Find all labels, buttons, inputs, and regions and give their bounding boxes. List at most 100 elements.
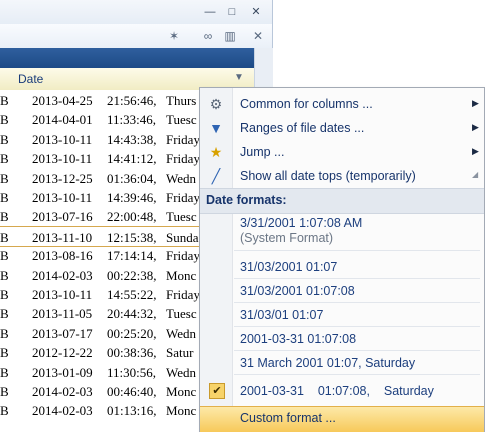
new-icon[interactable]: ✶	[166, 28, 182, 44]
time-cell: 20:44:32,	[107, 306, 157, 322]
context-menu: ⚙ Common for columns ... ▶ ▼ Ranges of f…	[199, 87, 485, 432]
weekday-cell: Monc	[166, 267, 197, 283]
menu-item-jump[interactable]: ★ Jump ... ▶	[200, 140, 484, 164]
divider	[234, 326, 480, 327]
date-cell: 2014-02-03	[32, 384, 93, 399]
weekday-cell: Friday	[166, 287, 200, 302]
weekday-cell: Tuesc	[166, 306, 197, 322]
size-cell: B	[0, 306, 9, 322]
time-cell: 12:15:38,	[107, 229, 157, 245]
date-cell: 2013-01-09	[32, 364, 93, 380]
menu-item-label: Common for columns ...	[240, 97, 373, 111]
size-cell: B	[0, 345, 9, 361]
section-title: Date formats:	[206, 193, 287, 207]
divider	[234, 250, 480, 251]
size-cell: B	[0, 170, 9, 186]
time-cell: 00:38:36,	[107, 345, 157, 361]
size-cell: B	[0, 93, 9, 108]
link-icon[interactable]: ∞	[200, 28, 216, 44]
date-cell: 2013-07-17	[32, 325, 93, 341]
column-header-label: Date	[18, 72, 44, 86]
panel-header-bar	[0, 48, 254, 68]
size-cell: B	[0, 151, 9, 167]
trash-icon[interactable]: ▥	[222, 28, 238, 44]
weekday-cell: Thurs	[166, 93, 197, 108]
time-cell: 22:00:48,	[107, 209, 157, 225]
checkmark-icon: ✔	[209, 383, 225, 399]
menu-item-label: Show all date tops (temporarily)	[240, 169, 416, 183]
time-cell: 01:36:04,	[107, 170, 157, 186]
expand-icon: ◢	[472, 170, 479, 179]
date-cell: 2013-11-05	[32, 306, 93, 322]
submenu-arrow-icon: ▶	[472, 146, 479, 156]
weekday-cell: Satur	[166, 345, 194, 361]
size-cell: B	[0, 325, 9, 341]
weekday-cell: Wedn	[166, 364, 196, 380]
size-cell: B	[0, 190, 9, 205]
weekday-cell: Monc	[166, 403, 197, 419]
custom-format-label: Custom format ...	[240, 411, 336, 425]
time-cell: 14:43:38,	[107, 131, 157, 147]
format-option[interactable]: 31 March 2001 01:07, Saturday	[240, 356, 415, 370]
date-cell: 2013-04-25	[32, 93, 93, 108]
date-cell: 2012-12-22	[32, 345, 93, 361]
size-cell: B	[0, 384, 9, 399]
menu-item-show-date-tops[interactable]: ╱ Show all date tops (temporarily) ◢	[200, 164, 484, 188]
weekday-cell: Tuesc	[166, 209, 197, 225]
time-cell: 14:55:22,	[107, 287, 157, 302]
weekday-cell: Friday	[166, 248, 200, 264]
date-cell: 2014-02-03	[32, 267, 93, 283]
date-cell: 2013-12-25	[32, 170, 93, 186]
divider	[234, 302, 480, 303]
time-cell: 17:14:14,	[107, 248, 157, 264]
date-cell: 2013-11-10	[32, 229, 93, 245]
menu-item-ranges[interactable]: ▼ Ranges of file dates ... ▶	[200, 116, 484, 140]
time-cell: 14:41:12,	[107, 151, 157, 167]
chevron-down-icon[interactable]: ▼	[234, 72, 244, 83]
size-cell: B	[0, 112, 9, 128]
weekday-cell: Wedn	[166, 325, 196, 341]
size-cell: B	[0, 248, 9, 264]
format-option[interactable]: 31/03/2001 01:07	[240, 260, 337, 274]
minimize-button[interactable]: —	[202, 6, 218, 18]
weekday-cell: Tuesc	[166, 112, 197, 128]
time-cell: 14:39:46,	[107, 190, 157, 205]
runner-icon: ★	[209, 144, 223, 160]
size-cell: B	[0, 403, 9, 419]
date-cell: 2013-10-11	[32, 151, 93, 167]
weekday-cell: Sunda	[166, 229, 199, 245]
time-cell: 11:33:46,	[107, 112, 156, 128]
close-icon[interactable]: ✕	[250, 28, 266, 44]
time-cell: 00:25:20,	[107, 325, 157, 341]
chart-icon: ╱	[211, 168, 221, 184]
format-option[interactable]: 31/03/01 01:07	[240, 308, 323, 322]
date-cell: 2013-10-11	[32, 131, 93, 147]
date-cell: 2013-10-11	[32, 287, 93, 302]
weekday-cell: Friday	[166, 131, 200, 147]
time-cell: 00:22:38,	[107, 267, 157, 283]
menu-item-common-columns[interactable]: ⚙ Common for columns ... ▶	[200, 92, 484, 116]
menu-item-label: Ranges of file dates ...	[240, 121, 365, 135]
menu-item-label: Jump ...	[240, 145, 285, 159]
format-option[interactable]: 31/03/2001 01:07:08	[240, 284, 355, 298]
format-option-system[interactable]: 3/31/2001 1:07:08 AM	[240, 216, 362, 230]
close-button[interactable]: ✕	[248, 6, 264, 18]
divider	[234, 350, 480, 351]
date-cell: 2014-04-01	[32, 112, 93, 128]
weekday-cell: Wedn	[166, 170, 196, 186]
time-cell: 11:30:56,	[107, 364, 156, 380]
time-cell: 00:46:40,	[107, 384, 157, 399]
format-option-label: 2001-03-31 01:07:08, Saturday	[240, 384, 434, 398]
divider	[234, 278, 480, 279]
submenu-arrow-icon: ▶	[472, 122, 479, 132]
weekday-cell: Friday	[166, 151, 200, 167]
date-cell: 2013-10-11	[32, 190, 93, 205]
format-option[interactable]: 2001-03-31 01:07:08	[240, 332, 356, 346]
size-cell: B	[0, 131, 9, 147]
weekday-cell: Friday	[166, 190, 200, 205]
size-cell: B	[0, 267, 9, 283]
maximize-button[interactable]: □	[224, 6, 240, 18]
date-cell: 2013-08-16	[32, 248, 93, 264]
gear-icon: ⚙	[209, 96, 223, 112]
submenu-arrow-icon: ▶	[472, 98, 479, 108]
